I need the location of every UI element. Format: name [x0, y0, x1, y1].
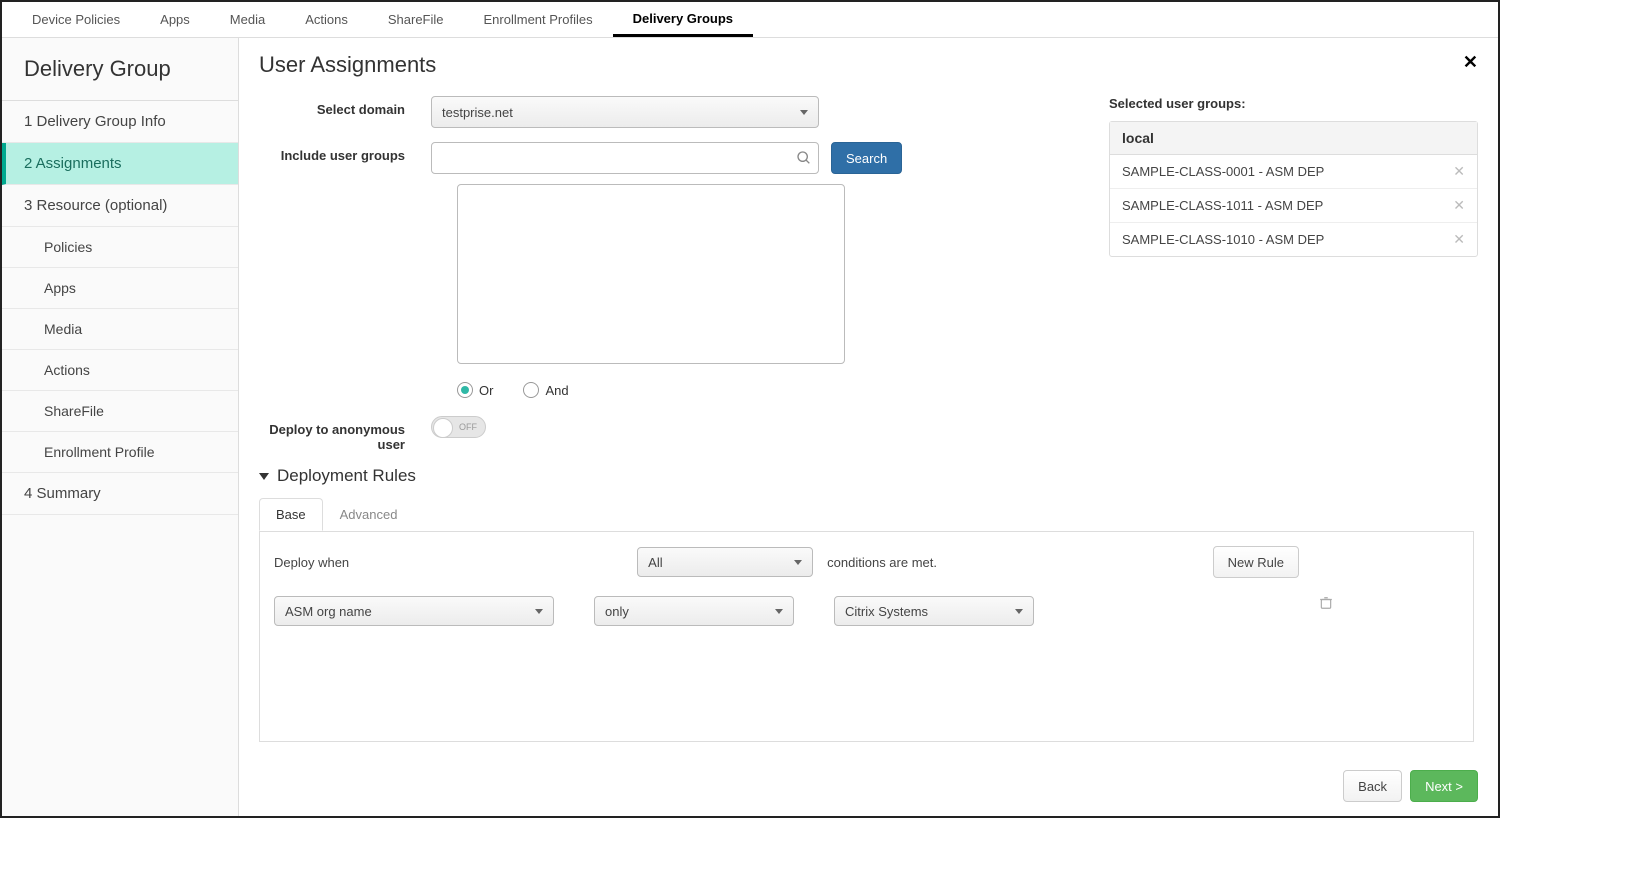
chevron-down-icon — [1015, 609, 1023, 614]
selected-groups-domain: local — [1110, 122, 1477, 155]
sidebar-item-policies[interactable]: Policies — [2, 227, 238, 268]
selected-group-item: SAMPLE-CLASS-1010 - ASM DEP✕ — [1110, 223, 1477, 256]
remove-group-icon[interactable]: ✕ — [1453, 163, 1465, 180]
tab-device-policies[interactable]: Device Policies — [12, 2, 140, 37]
caret-down-icon — [259, 473, 269, 480]
sidebar-item-resource-optional-[interactable]: 3 Resource (optional) — [2, 185, 238, 227]
radio-icon — [523, 382, 539, 398]
deployment-rules-header[interactable]: Deployment Rules — [259, 466, 1089, 486]
deploy-anon-label: Deploy to anonymous user — [259, 416, 431, 452]
page-title: User Assignments — [259, 52, 1478, 78]
sidebar-item-actions[interactable]: Actions — [2, 350, 238, 391]
remove-group-icon[interactable]: ✕ — [1453, 231, 1465, 248]
tab-delivery-groups[interactable]: Delivery Groups — [613, 2, 753, 37]
sidebar-item-assignments[interactable]: 2 Assignments — [2, 143, 238, 185]
tab-media[interactable]: Media — [210, 2, 285, 37]
next-button[interactable]: Next > — [1410, 770, 1478, 802]
logic-radio-group: Or And — [457, 382, 1089, 398]
radio-or[interactable]: Or — [457, 382, 493, 398]
sidebar-item-apps[interactable]: Apps — [2, 268, 238, 309]
tab-base[interactable]: Base — [259, 498, 323, 531]
selected-groups-label: Selected user groups: — [1109, 96, 1478, 111]
include-user-groups-label: Include user groups — [259, 142, 431, 163]
radio-and[interactable]: And — [523, 382, 568, 398]
deploy-condition-dropdown[interactable]: All — [637, 547, 813, 577]
main-panel: User Assignments ✕ Select domain testpri… — [239, 38, 1498, 816]
deploy-anon-toggle[interactable]: OFF — [431, 416, 486, 438]
domain-dropdown[interactable]: testprise.net — [431, 96, 819, 128]
deploy-when-label: Deploy when — [274, 555, 349, 570]
search-button[interactable]: Search — [831, 142, 902, 174]
chevron-down-icon — [535, 609, 543, 614]
sidebar-title: Delivery Group — [2, 38, 238, 101]
remove-group-icon[interactable]: ✕ — [1453, 197, 1465, 214]
chevron-down-icon — [775, 609, 783, 614]
user-groups-list-box[interactable] — [457, 184, 845, 364]
tab-apps[interactable]: Apps — [140, 2, 210, 37]
select-domain-label: Select domain — [259, 96, 431, 117]
conditions-met-label: conditions are met. — [827, 555, 937, 570]
delete-rule-icon[interactable] — [1319, 596, 1333, 610]
chevron-down-icon — [800, 110, 808, 115]
sidebar-item-summary[interactable]: 4 Summary — [2, 473, 238, 515]
radio-icon — [457, 382, 473, 398]
user-groups-search[interactable] — [431, 142, 819, 174]
sidebar-item-sharefile[interactable]: ShareFile — [2, 391, 238, 432]
new-rule-button[interactable]: New Rule — [1213, 546, 1299, 578]
user-groups-input[interactable] — [438, 151, 796, 166]
sidebar-item-delivery-group-info[interactable]: 1 Delivery Group Info — [2, 101, 238, 143]
search-icon — [796, 150, 812, 166]
tab-actions[interactable]: Actions — [285, 2, 368, 37]
selected-groups-box: local SAMPLE-CLASS-0001 - ASM DEP✕SAMPLE… — [1109, 121, 1478, 257]
wizard-sidebar: Delivery Group 1 Delivery Group Info2 As… — [2, 38, 239, 816]
sidebar-item-media[interactable]: Media — [2, 309, 238, 350]
domain-value: testprise.net — [442, 105, 513, 120]
rule-value-dropdown[interactable]: Citrix Systems — [834, 596, 1034, 626]
tab-sharefile[interactable]: ShareFile — [368, 2, 464, 37]
top-nav: Device Policies Apps Media Actions Share… — [2, 2, 1498, 38]
rule-field-dropdown[interactable]: ASM org name — [274, 596, 554, 626]
selected-group-item: SAMPLE-CLASS-1011 - ASM DEP✕ — [1110, 189, 1477, 223]
sidebar-item-enrollment-profile[interactable]: Enrollment Profile — [2, 432, 238, 473]
back-button[interactable]: Back — [1343, 770, 1402, 802]
tab-advanced[interactable]: Advanced — [323, 498, 415, 531]
chevron-down-icon — [794, 560, 802, 565]
tab-enrollment-profiles[interactable]: Enrollment Profiles — [464, 2, 613, 37]
selected-group-item: SAMPLE-CLASS-0001 - ASM DEP✕ — [1110, 155, 1477, 189]
close-icon[interactable]: ✕ — [1463, 52, 1478, 73]
rule-operator-dropdown[interactable]: only — [594, 596, 794, 626]
